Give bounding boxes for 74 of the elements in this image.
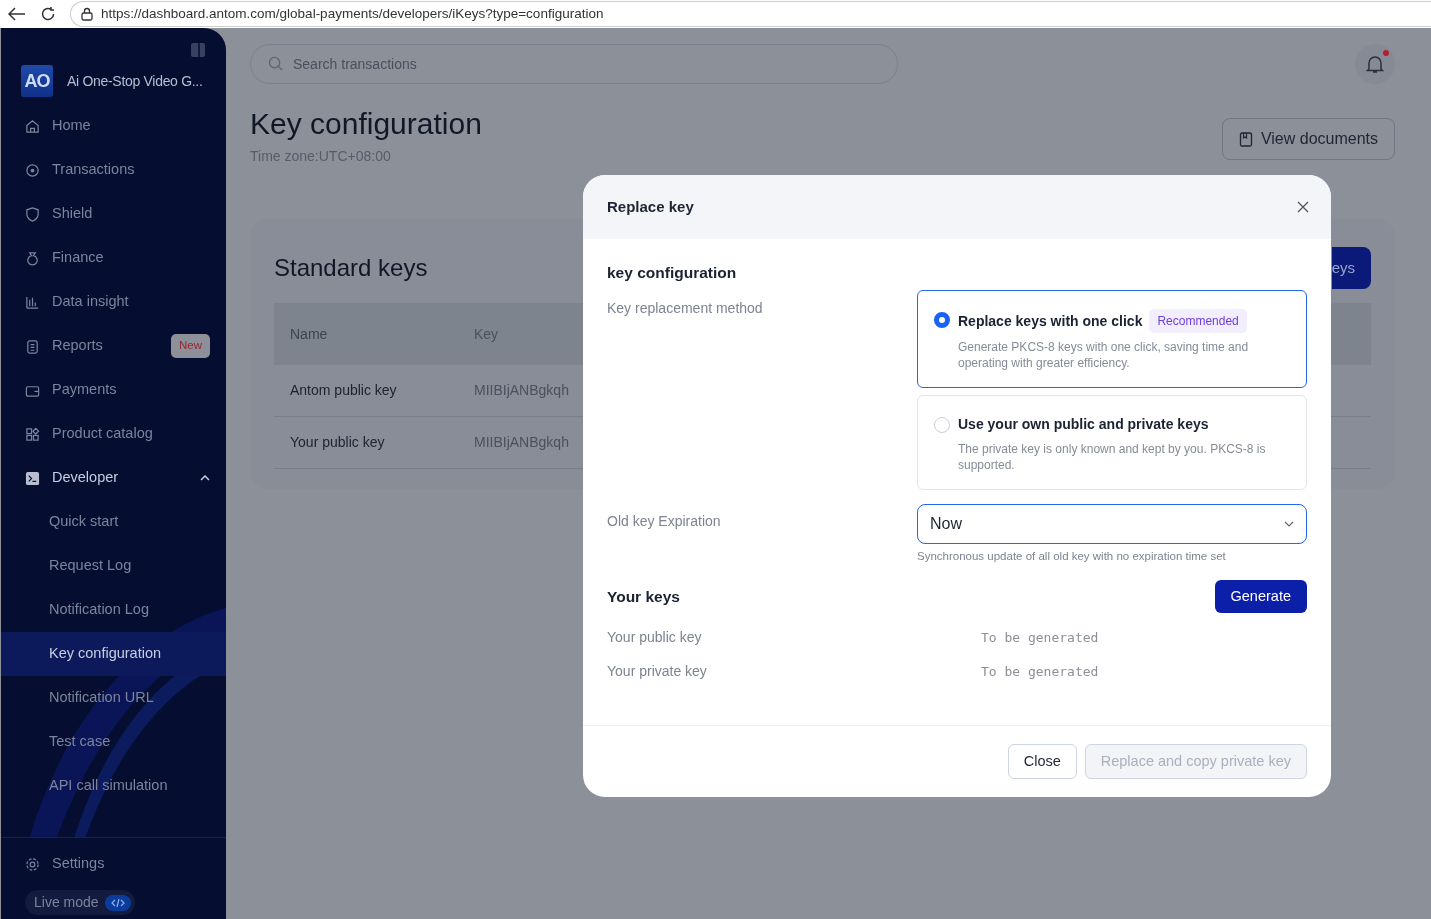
chevron-up-icon[interactable]: [200, 475, 210, 482]
column-header: Name: [289, 324, 329, 344]
circle-icon: [25, 162, 40, 178]
view-documents-button[interactable]: View documents: [1221, 118, 1395, 160]
notifications-button[interactable]: [1355, 44, 1395, 84]
nav-subitem[interactable]: Key configuration: [1, 632, 226, 676]
nav-item[interactable]: Product catalog: [1, 412, 226, 456]
nav-item[interactable]: Payments: [1, 368, 226, 412]
settings-icon: [25, 856, 40, 872]
table-cell-text: MIIBIjANBgkqh: [474, 433, 569, 452]
code-icon: [110, 898, 125, 907]
new-badge: New: [171, 334, 210, 358]
lock-icon: [81, 7, 93, 21]
option-title: Replace keys with one click: [958, 311, 1143, 331]
table-cell-text: Antom public key: [289, 381, 398, 400]
nav-item[interactable]: Finance: [1, 236, 226, 280]
clipboard-icon: [25, 338, 40, 354]
live-mode-toggle[interactable]: Live mode: [25, 890, 135, 915]
section-title: key configuration: [607, 263, 738, 283]
expiration-select[interactable]: Now: [917, 504, 1307, 545]
nav-subitem[interactable]: Request Log: [1, 544, 226, 588]
option-card[interactable]: Use your own public and private keys The private key is only known and kept by you. PKCS-8 is supported.: [917, 395, 1307, 491]
field-label: Old key Expiration: [607, 512, 721, 532]
home-icon: [25, 118, 40, 134]
option-description: Generate PKCS-8 keys with one click, saving time and operating with greater efficiency.: [958, 339, 1250, 372]
recommended-tag: Recommended: [1149, 309, 1247, 334]
section-title: Standard keys: [274, 252, 428, 283]
nav-item[interactable]: Reports New: [1, 324, 226, 368]
field-label: Key replacement method: [607, 299, 763, 319]
back-icon[interactable]: [8, 7, 26, 21]
dialog-button: Replace and copy private key: [1084, 743, 1307, 780]
terminal-icon: [25, 470, 40, 486]
nav-item[interactable]: Transactions: [1, 148, 226, 192]
book-icon: [1238, 131, 1253, 147]
grid-icon: [25, 426, 40, 442]
nav-subitem[interactable]: Notification URL: [1, 676, 226, 720]
table-cell-text: Your public key: [289, 433, 386, 452]
nav-item[interactable]: Developer: [1, 456, 226, 500]
hint-text: Synchronous update of all old key with no expiration time set: [917, 549, 1227, 565]
merchant-name[interactable]: Ai One-Stop Video G...: [67, 70, 203, 92]
nav-subitem[interactable]: API call simulation: [1, 764, 226, 808]
key-value: To be generated: [981, 628, 1099, 647]
radio-button[interactable]: [934, 312, 950, 329]
key-value: To be generated: [981, 662, 1099, 681]
nav-item[interactable]: Data insight: [1, 280, 226, 324]
option-title: Use your own public and private keys: [958, 415, 1209, 435]
table-cell-text: MIIBIjANBgkqh: [474, 381, 569, 400]
dialog-title: Replace key: [607, 196, 694, 217]
reload-icon[interactable]: [40, 6, 56, 22]
bell-icon: [1366, 54, 1384, 74]
search-icon: [268, 56, 283, 71]
chevron-down-icon: [1284, 521, 1294, 528]
url-text: https://dashboard.antom.com/global-payments/developers/iKeys?type=configuration: [101, 4, 604, 23]
search-field[interactable]: Search transactions: [250, 44, 898, 84]
nav-subitem[interactable]: Notification Log: [1, 588, 226, 632]
money-bag-icon: [25, 250, 40, 266]
close-icon[interactable]: [1297, 201, 1309, 213]
option-description: The private key is only known and kept by you. PKCS-8 is supported.: [958, 441, 1267, 474]
merchant-logo: AO: [21, 65, 53, 97]
nav-item[interactable]: Home: [1, 104, 226, 148]
nav-subitem[interactable]: Test case: [1, 720, 226, 764]
settings-item[interactable]: Settings: [1, 846, 226, 882]
nav-subitem[interactable]: Quick start: [1, 500, 226, 544]
field-label: Your private key: [607, 661, 708, 681]
option-card[interactable]: Replace keys with one click Recommended Generate PKCS-8 keys with one click, saving time and operating with greater efficiency.: [917, 290, 1307, 389]
section-title: Your keys: [607, 586, 680, 607]
bar-chart-icon: [25, 294, 40, 310]
shield-icon: [25, 206, 40, 222]
nav-item[interactable]: Shield: [1, 192, 226, 236]
generate-button[interactable]: Generate: [1214, 579, 1307, 614]
keys-button[interactable]: eys: [1331, 246, 1371, 289]
dialog-button[interactable]: Close: [1007, 743, 1077, 780]
page-title: Key configuration: [250, 106, 482, 142]
field-label: Your public key: [607, 627, 703, 647]
